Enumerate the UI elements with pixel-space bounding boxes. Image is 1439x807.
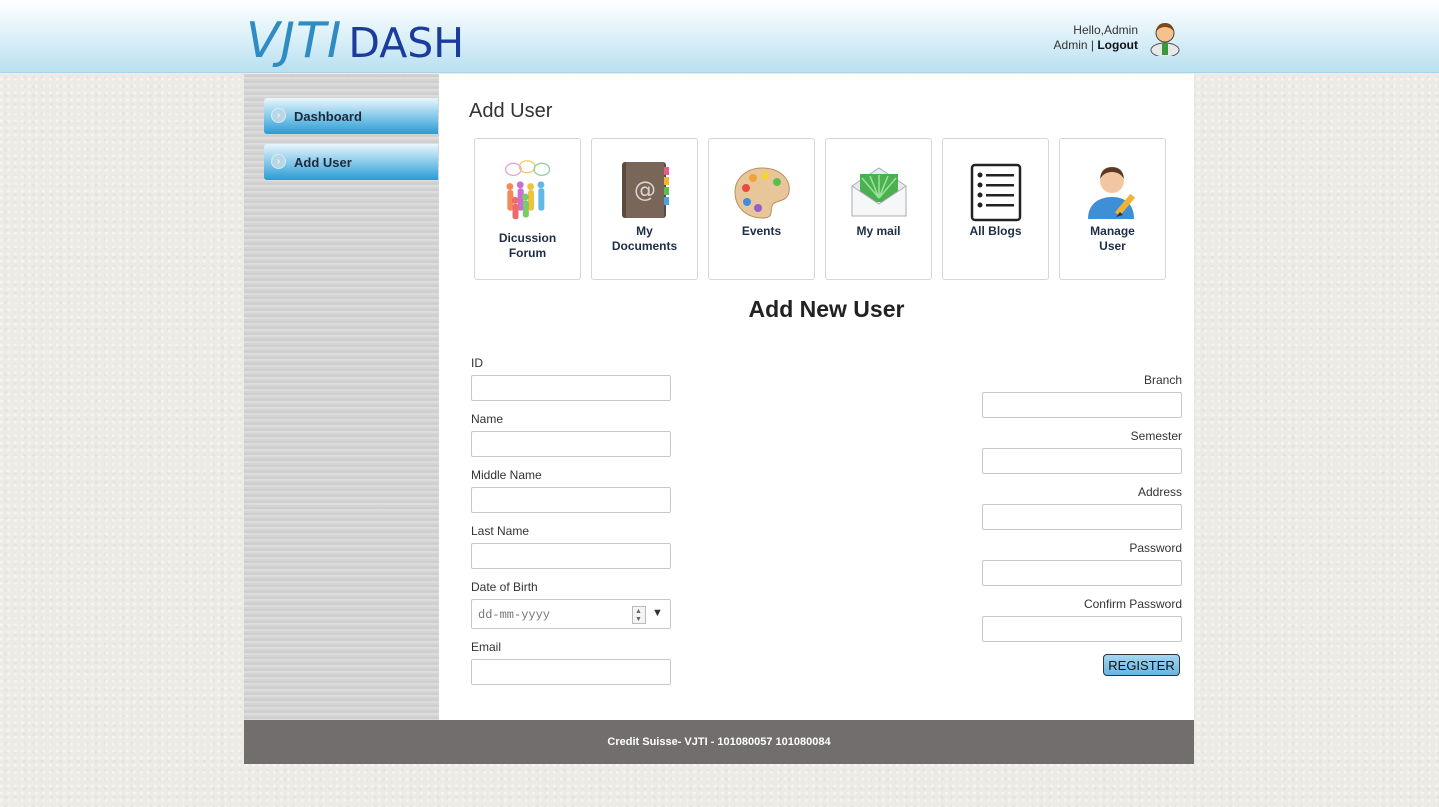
tile-label: My Documents [592,224,697,254]
dob-field[interactable]: dd-mm-yyyy ▲ ▼ ▼ [471,599,671,629]
password-label: Password [1129,541,1182,555]
spin-up-icon[interactable]: ▲ [635,608,642,615]
tile-label-line1: Dicussion [498,231,557,245]
tile-label-line2: Forum [508,246,547,260]
user-avatar-icon[interactable] [1149,20,1181,56]
mail-envelope-icon [851,167,907,217]
tile-manage-user[interactable]: Manage User [1059,138,1166,280]
tile-label: My mail [826,224,931,239]
sidebar-item-label: Dashboard [294,109,362,124]
confirm-password-field[interactable] [982,616,1182,642]
user-edit-icon [1088,167,1136,219]
address-field[interactable] [982,504,1182,530]
id-field[interactable] [471,375,671,401]
svg-text:@: @ [634,178,656,203]
page-title: Add User [469,100,553,122]
tile-label: All Blogs [943,224,1048,239]
sidebar-item-dashboard[interactable]: › Dashboard [264,98,438,134]
logo-vjti-text: VJTI [246,12,343,69]
sidebar-item-add-user[interactable]: › Add User [264,144,438,180]
tile-label-line1: Manage [1090,224,1135,238]
tile-label-line2: User [1099,239,1126,253]
confirm-password-label: Confirm Password [1083,597,1182,611]
semester-field[interactable] [982,448,1182,474]
dob-placeholder: dd-mm-yyyy [478,608,551,622]
logo-dash-text: DASH [348,19,465,67]
tile-label-line1: My mail [856,224,901,238]
tile-label-line1: Events [741,224,782,238]
register-button[interactable]: REGISTER [1103,654,1180,676]
dob-label: Date of Birth [471,580,538,594]
branch-field[interactable] [982,392,1182,418]
calendar-dropdown-icon[interactable]: ▼ [652,607,663,619]
tile-label: Dicussion Forum [475,231,580,261]
middle-name-label: Middle Name [471,468,542,482]
tile-events[interactable]: Events [708,138,815,280]
footer: Credit Suisse- VJTI - 101080057 10108008… [244,720,1194,764]
email-label: Email [471,640,502,654]
tile-label: Events [709,224,814,239]
tile-label-line2: Documents [611,239,678,253]
header-bar: VJTI DASH Hello,Admin Admin | Logout [0,0,1439,73]
user-info: Hello,Admin Admin | Logout [1054,23,1138,53]
tile-label-line1: All Blogs [969,224,1022,238]
greeting-text: Hello,Admin [1073,23,1138,37]
discussion-forum-icon [504,160,551,220]
list-icon [970,163,1022,222]
id-label: ID [471,356,483,370]
tile-label-line1: My [636,224,653,238]
tile-all-blogs[interactable]: All Blogs [942,138,1049,280]
chevron-right-icon: › [271,108,286,123]
middle-name-field[interactable] [471,487,671,513]
sidebar-item-label: Add User [294,155,352,170]
footer-text: Credit Suisse- VJTI - 101080057 10108008… [607,736,831,748]
password-field[interactable] [982,560,1182,586]
tile-my-documents[interactable]: @ My Documents [591,138,698,280]
name-label: Name [471,412,504,426]
main-content: Add User Dicussion Forum @ My Documents … [439,74,1194,720]
form-heading: Add New User [748,296,905,322]
address-book-icon: @ [622,162,669,218]
email-field[interactable] [471,659,671,685]
separator: | [1090,38,1094,52]
admin-link[interactable]: Admin [1054,38,1088,52]
name-field[interactable] [471,431,671,457]
logo[interactable]: VJTI DASH [246,12,465,69]
last-name-label: Last Name [471,524,530,538]
tile-label: Manage User [1060,224,1165,254]
tile-my-mail[interactable]: My mail [825,138,932,280]
date-spinner[interactable]: ▲ ▼ [632,606,646,624]
last-name-field[interactable] [471,543,671,569]
semester-label: Semester [1130,429,1182,443]
branch-label: Branch [1143,373,1182,387]
palette-icon [734,167,790,219]
logout-link[interactable]: Logout [1097,38,1138,52]
chevron-right-icon: › [271,154,286,169]
sidebar: › Dashboard › Add User [244,74,439,720]
address-label: Address [1137,485,1182,499]
tile-discussion-forum[interactable]: Dicussion Forum [474,138,581,280]
spin-down-icon[interactable]: ▼ [635,616,642,623]
